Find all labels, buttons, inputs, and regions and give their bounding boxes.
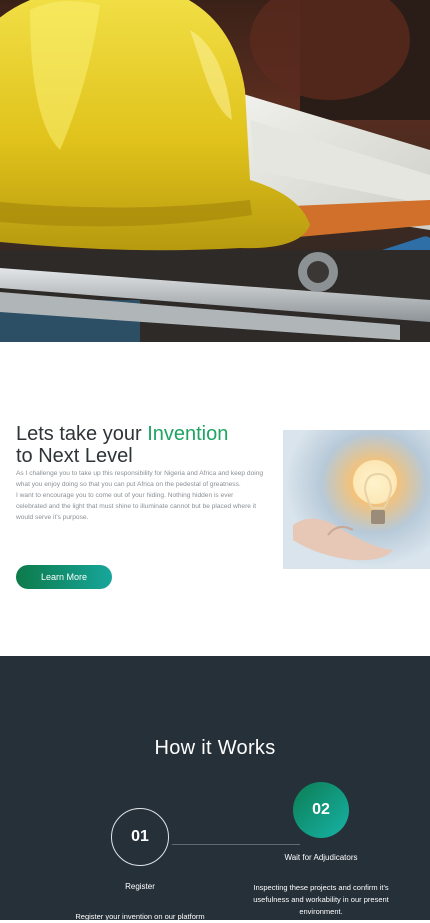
section-heading: Lets take your Invention to Next Level — [16, 423, 276, 467]
section-body-text: As I challenge you to take up this respo… — [16, 468, 264, 523]
body-paragraph-1: As I challenge you to take up this respo… — [16, 470, 264, 488]
hero-image — [0, 0, 430, 342]
lightbulb-hand-image — [283, 430, 430, 569]
step-2-label: Wait for Adjudicators — [284, 853, 358, 862]
hardhat-tools-illustration — [0, 0, 430, 342]
step-connector-line — [172, 844, 300, 845]
step-1-number-circle: 01 — [111, 808, 169, 866]
heading-accent-word: Invention — [147, 422, 229, 445]
invention-section: Lets take your Invention to Next Level A… — [0, 342, 430, 656]
learn-more-button[interactable]: Learn More — [16, 565, 112, 589]
heading-prefix: Lets take your — [16, 422, 148, 445]
step-1-number: 01 — [131, 828, 149, 845]
step-2-number: 02 — [312, 801, 330, 818]
heading-suffix: to Next Level — [16, 444, 133, 467]
body-paragraph-2: I want to encourage you to come out of y… — [16, 492, 257, 521]
how-it-works-section: How it Works 01 Register Register your i… — [0, 656, 430, 921]
step-1-label: Register — [125, 882, 155, 891]
how-it-works-title: How it Works — [154, 736, 276, 759]
step-1-description: Register your invention on our platform — [75, 912, 205, 921]
step-2-description: Inspecting these projects and confirm it… — [253, 883, 389, 916]
step-2-number-circle: 02 — [293, 782, 349, 838]
